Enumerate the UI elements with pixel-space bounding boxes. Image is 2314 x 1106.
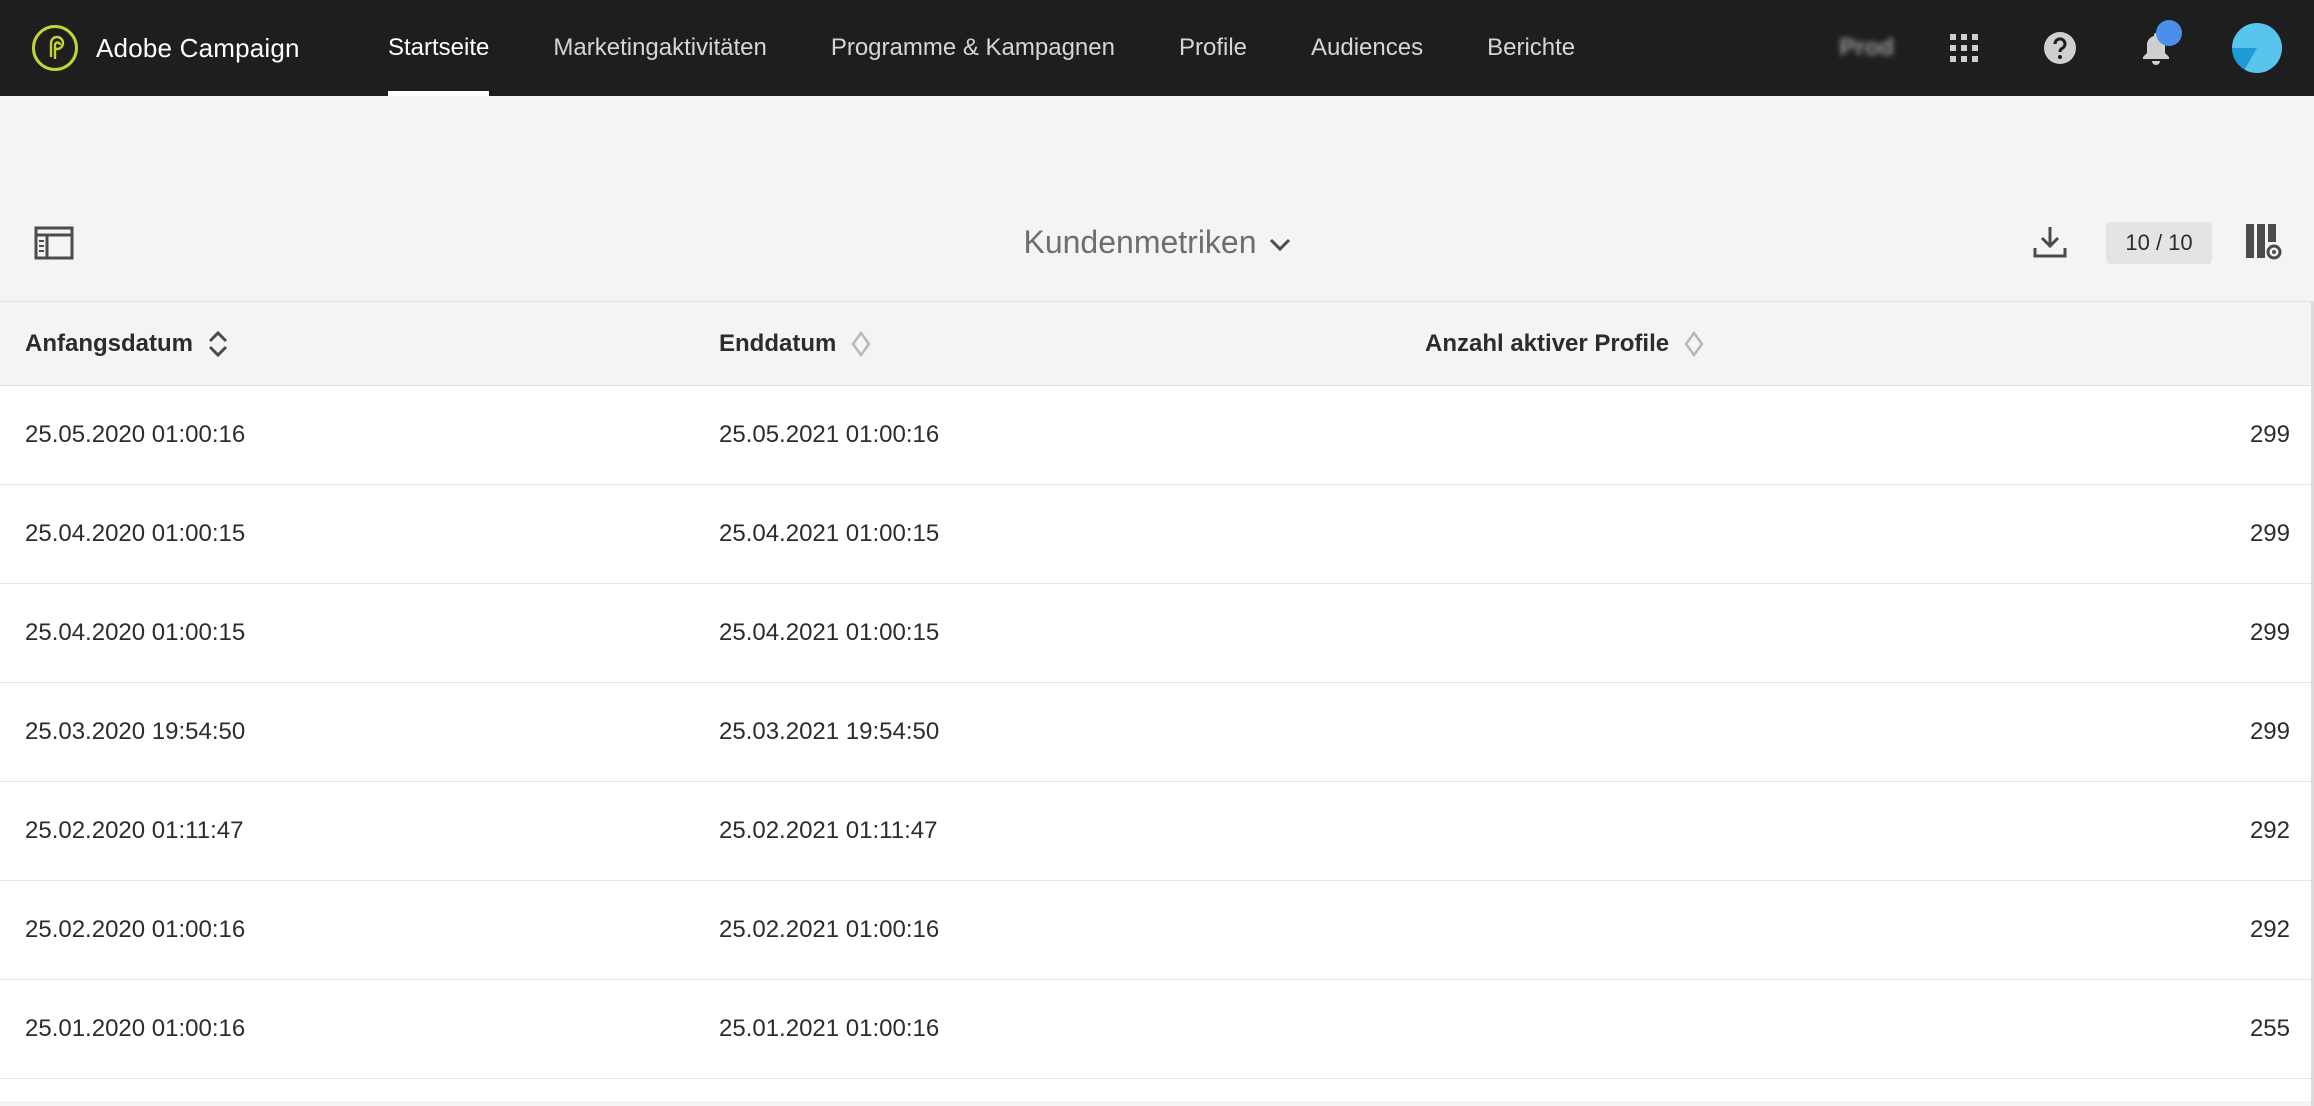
cell-anzahl-aktiver-profile: 299 [2249,421,2290,448]
nav-item-profile[interactable]: Profile [1179,0,1247,96]
cell-enddatum: 25.05.2021 01:00:16 [719,421,940,448]
cell-anzahl-aktiver-profile: 292 [2249,916,2290,943]
chevron-down-icon [1269,223,1291,260]
cell-anzahl-aktiver-profile: 299 [2249,619,2290,646]
cell-anfangsdatum: 25.04.2020 01:00:15 [25,619,246,646]
sort-icon [850,330,872,358]
cell-anzahl-aktiver-profile: 292 [2249,817,2290,844]
table-header: Anfangsdatum Enddatum Anzahl aktiver Pro… [0,302,2314,386]
brand[interactable]: Adobe Campaign [32,25,388,71]
main-nav: Startseite Marketingaktivitäten Programm… [388,0,1639,96]
cell-anfangsdatum: 25.04.2020 01:00:15 [25,520,246,547]
table-row[interactable]: 25.04.2020 01:00:15 25.04.2021 01:00:15 … [0,584,2314,683]
nav-item-programme-kampagnen[interactable]: Programme & Kampagnen [831,0,1115,96]
cell-enddatum: 25.02.2021 01:11:47 [719,817,938,844]
list-toolbar: Kundenmetriken 10 / 10 [0,96,2314,302]
app-name: Adobe Campaign [96,32,300,63]
cell-anfangsdatum: 25.02.2020 01:11:47 [25,817,244,844]
column-settings-icon[interactable] [2244,222,2284,267]
avatar[interactable] [2232,23,2282,73]
help-icon[interactable] [2040,28,2080,68]
cell-enddatum: 25.03.2021 19:54:50 [719,718,940,745]
adobe-campaign-logo-icon [32,25,78,71]
cell-enddatum: 25.02.2021 01:00:16 [719,916,940,943]
top-navigation-bar: Adobe Campaign Startseite Marketingaktiv… [0,0,2314,96]
header-actions: Prod [1839,0,2314,96]
record-count-badge: 10 / 10 [2106,222,2212,264]
table-row[interactable]: 25.02.2020 01:00:16 25.02.2021 01:00:16 … [0,881,2314,980]
column-header-enddatum[interactable]: Enddatum [719,302,872,386]
table-row[interactable]: 25.03.2020 19:54:50 25.03.2021 19:54:50 … [0,683,2314,782]
apps-grid-icon[interactable] [1944,28,1984,68]
table-row-partial[interactable] [0,1079,2314,1101]
cell-anzahl-aktiver-profile: 255 [2249,1015,2290,1042]
table-row[interactable]: 25.02.2020 01:11:47 25.02.2021 01:11:47 … [0,782,2314,881]
notification-badge [2156,20,2182,46]
cell-enddatum: 25.04.2021 01:00:15 [719,619,940,646]
table-row[interactable]: 25.05.2020 01:00:16 25.05.2021 01:00:16 … [0,386,2314,485]
cell-anzahl-aktiver-profile: 299 [2249,520,2290,547]
table-row[interactable]: 25.01.2020 01:00:16 25.01.2021 01:00:16 … [0,980,2314,1079]
cell-anfangsdatum: 25.01.2020 01:00:16 [25,1015,246,1042]
column-header-anfangsdatum[interactable]: Anfangsdatum [25,302,229,386]
view-title: Kundenmetriken [1023,224,1257,260]
nav-item-startseite[interactable]: Startseite [388,0,490,96]
cell-anzahl-aktiver-profile: 299 [2249,718,2290,745]
sort-icon [207,330,229,358]
column-header-anzahl-aktiver-profile[interactable]: Anzahl aktiver Profile [1425,302,1705,386]
bell-icon[interactable] [2136,20,2182,68]
sort-icon [1683,330,1705,358]
nav-item-berichte[interactable]: Berichte [1487,0,1575,96]
cell-enddatum: 25.01.2021 01:00:16 [719,1015,940,1042]
view-selector[interactable]: Kundenmetriken [0,224,2314,263]
nav-item-marketingaktivitaeten[interactable]: Marketingaktivitäten [553,0,766,96]
download-icon[interactable] [2032,224,2068,265]
cell-anfangsdatum: 25.05.2020 01:00:16 [25,421,246,448]
table-body: 25.05.2020 01:00:16 25.05.2021 01:00:16 … [0,386,2314,1101]
cell-anfangsdatum: 25.02.2020 01:00:16 [25,916,246,943]
cell-anfangsdatum: 25.03.2020 19:54:50 [25,718,246,745]
environment-label: Prod [1839,34,1894,61]
cell-enddatum: 25.04.2021 01:00:15 [719,520,940,547]
nav-item-audiences[interactable]: Audiences [1311,0,1423,96]
table-row[interactable]: 25.04.2020 01:00:15 25.04.2021 01:00:15 … [0,485,2314,584]
